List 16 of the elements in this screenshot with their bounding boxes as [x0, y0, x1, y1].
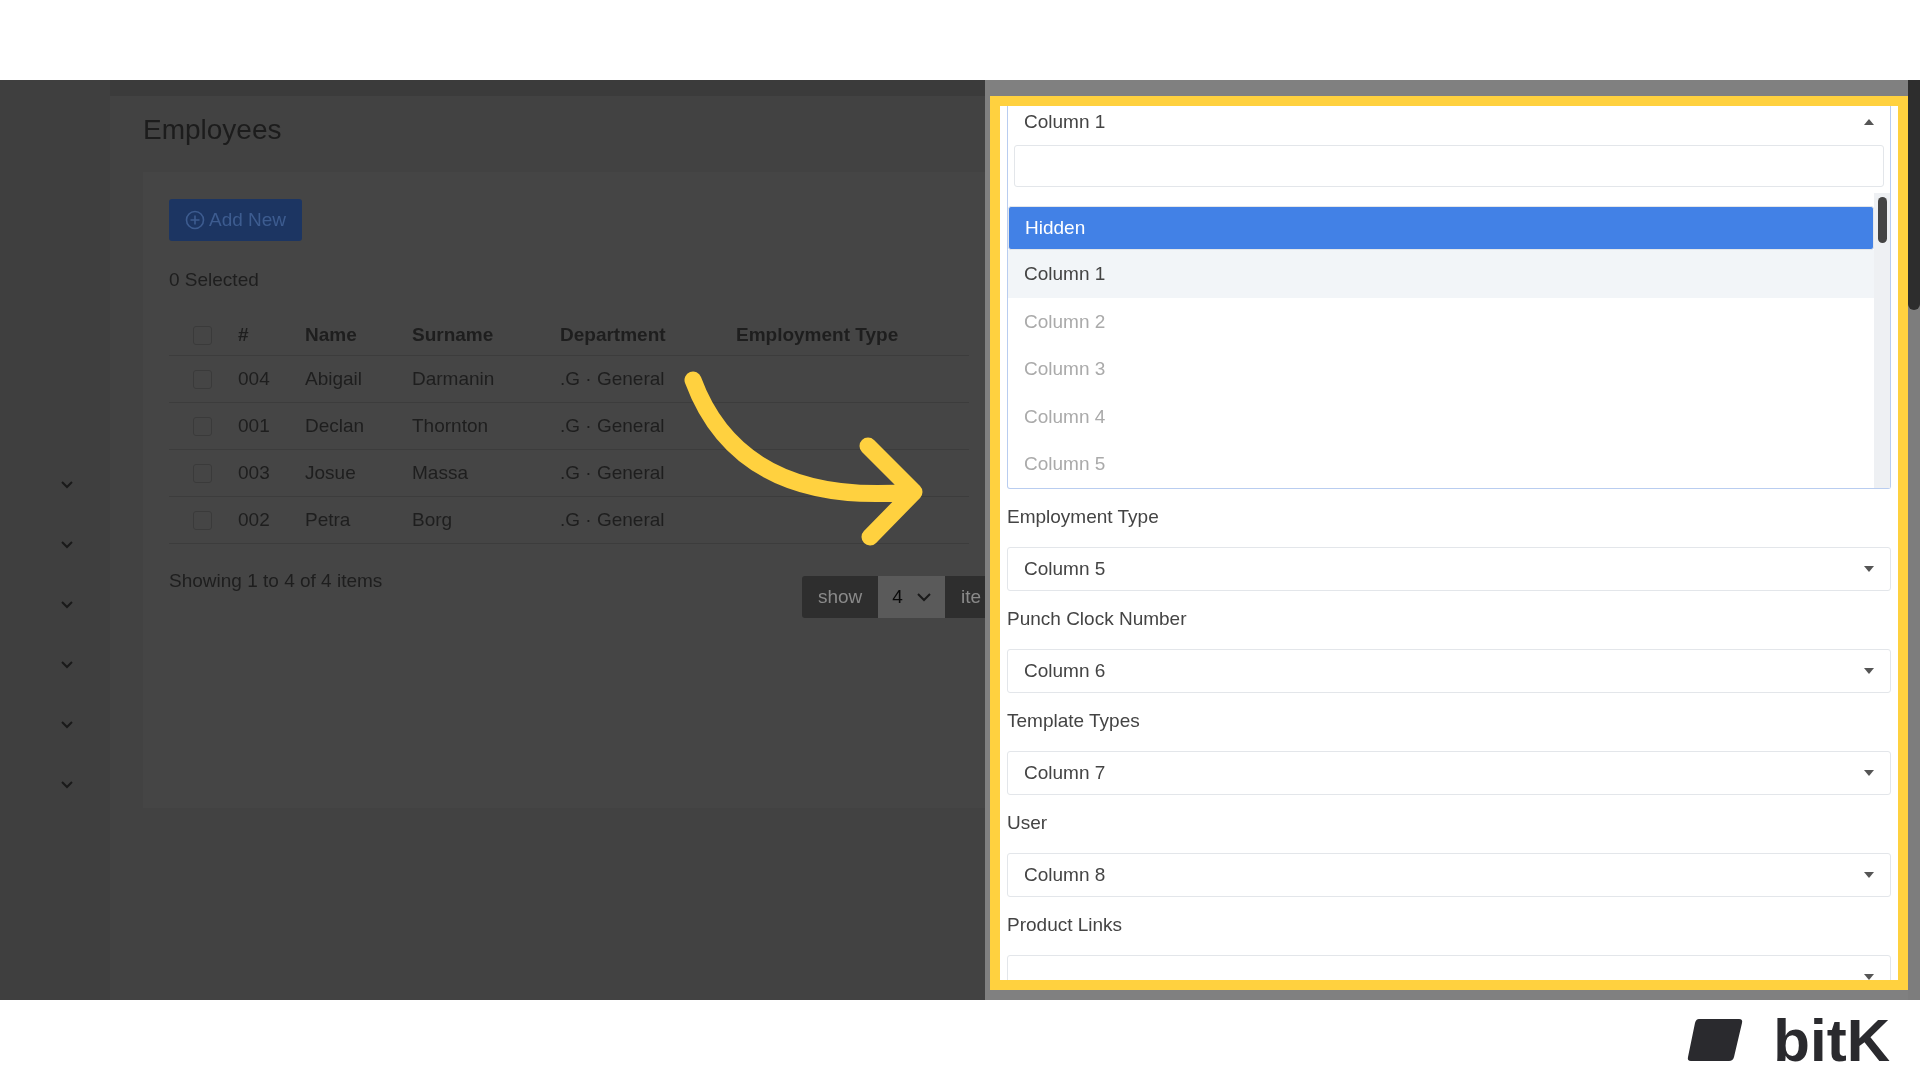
field-label: Product Links	[1007, 913, 1124, 937]
column-select[interactable]: Column 5	[1007, 546, 1891, 591]
column-select[interactable]: Column 8	[1007, 852, 1891, 897]
field-label: Punch Clock Number	[1007, 607, 1188, 631]
show-label: show	[802, 576, 879, 618]
page-size-select[interactable]: 4	[878, 576, 945, 618]
column-select[interactable]: Column 7	[1007, 750, 1891, 795]
column-header: #	[238, 324, 250, 346]
field-label: Template Types	[1007, 709, 1141, 733]
dropdown-option[interactable]: Column 1	[1008, 250, 1874, 298]
field-label: Employment Type	[1007, 505, 1160, 529]
field-label: User	[1007, 811, 1049, 835]
items-label: ite	[944, 576, 985, 618]
logo-text: bitK	[1773, 1005, 1890, 1075]
dropdown-option[interactable]: Hidden	[1008, 206, 1874, 250]
column-select[interactable]: Column 6	[1007, 648, 1891, 693]
